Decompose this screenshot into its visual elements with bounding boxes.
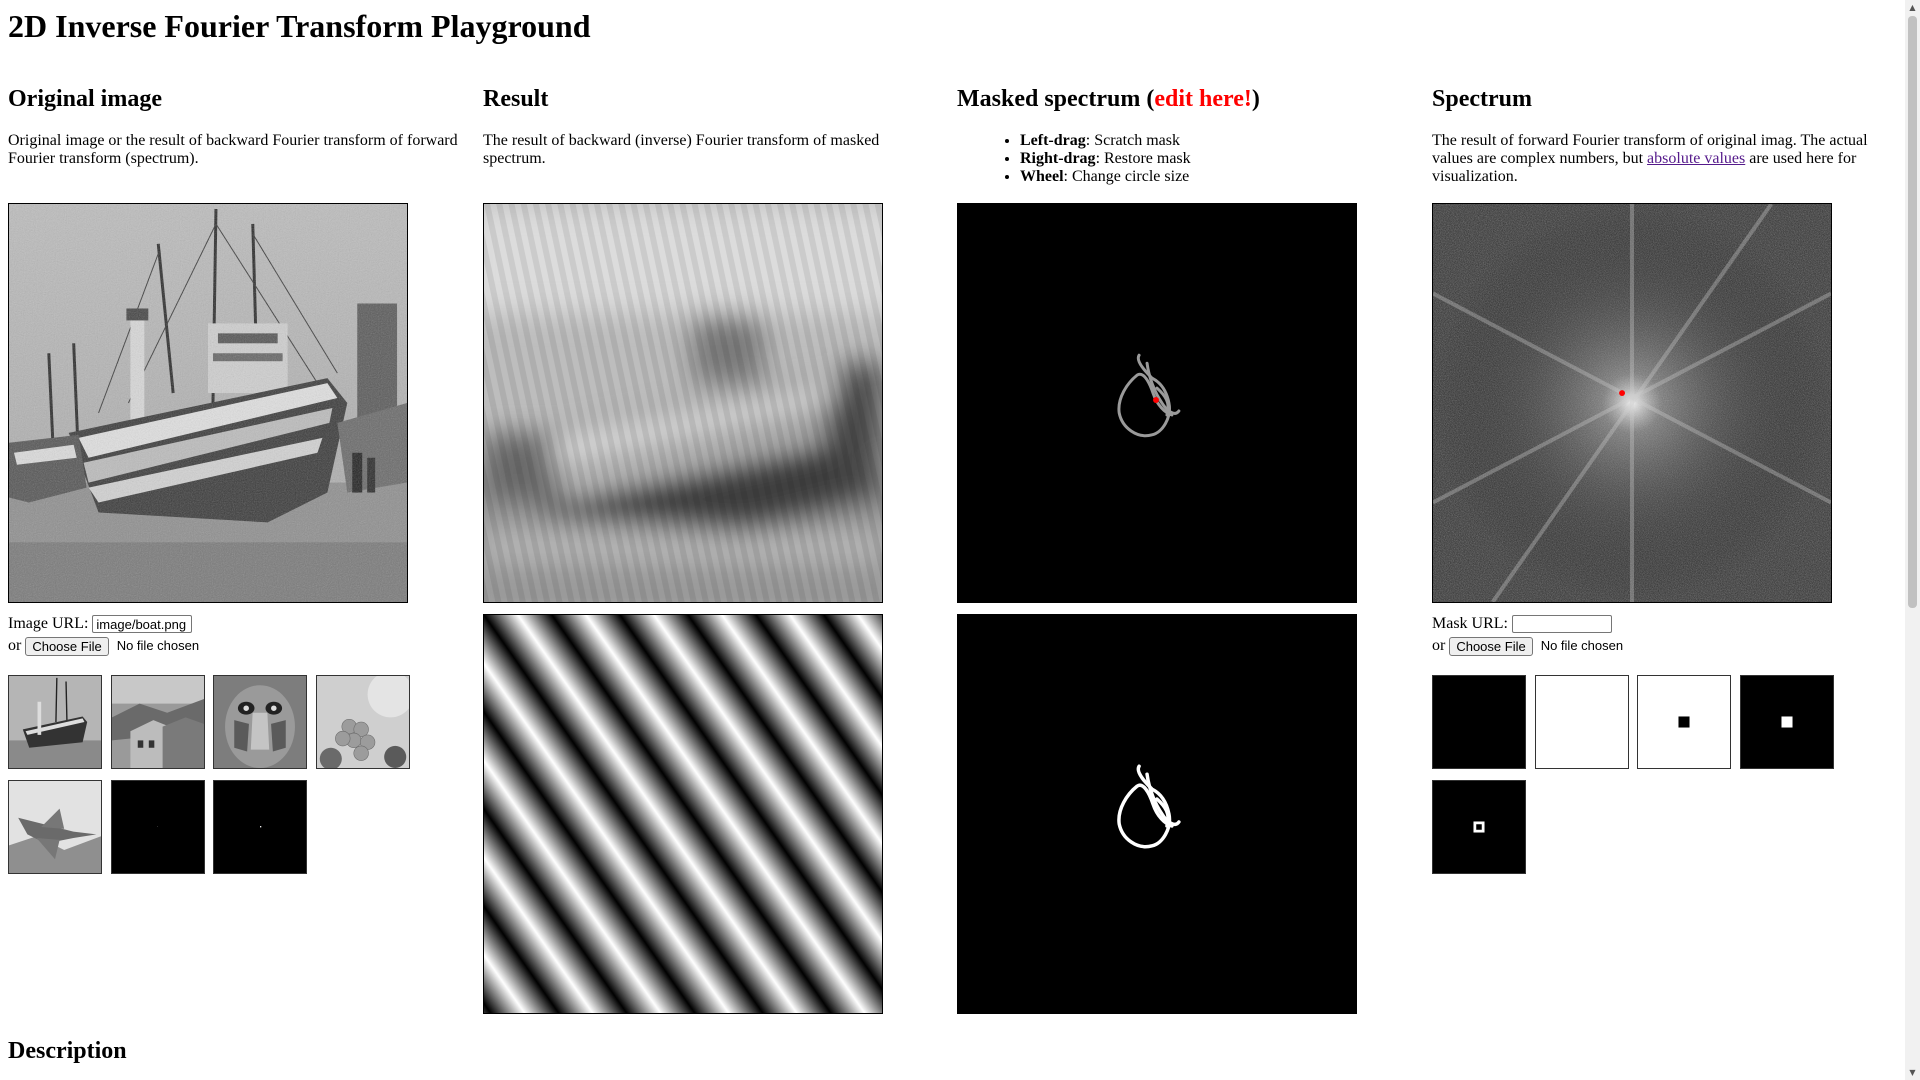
masked-spectrum-heading: Masked spectrum (edit here!) <box>957 84 1260 114</box>
result-heading: Result <box>483 86 549 112</box>
image-preset-single-dot[interactable] <box>213 780 307 874</box>
page-title: 2D Inverse Fourier Transform Playground <box>8 8 591 44</box>
image-or-label: or <box>8 637 22 654</box>
mask-canvas[interactable] <box>957 614 1357 1014</box>
masked-help-list: Left-drag: Scratch mask Right-drag: Rest… <box>998 132 1191 186</box>
result-description: The result of backward (inverse) Fourier… <box>483 132 880 167</box>
spectrum-heading: Spectrum <box>1432 86 1532 112</box>
image-url-row: Image URL: <box>8 614 193 634</box>
description-heading: Description <box>8 1038 127 1064</box>
image-preset-black-dot[interactable] <box>111 780 205 874</box>
original-image-description: Original image or the result of backward… <box>8 132 458 167</box>
mask-preset-hollow-square[interactable] <box>1432 780 1526 874</box>
spectrum-description: The result of forward Fourier transform … <box>1432 132 1892 186</box>
mask-choose-file-button[interactable]: Choose File <box>1449 636 1533 656</box>
mask-url-row: Mask URL: <box>1432 614 1612 634</box>
help-key: Right-drag <box>1020 150 1096 167</box>
scroll-down-icon[interactable]: ▼ <box>1905 1065 1920 1080</box>
help-left-drag: Left-drag: Scratch mask <box>1020 132 1191 150</box>
help-text: : Change circle size <box>1063 168 1190 185</box>
image-preset-boat[interactable] <box>8 675 102 769</box>
image-choose-file-button[interactable]: Choose File <box>25 636 109 656</box>
mask-url-input[interactable] <box>1512 615 1612 634</box>
image-url-input[interactable] <box>92 615 193 634</box>
mask-preset-black-center-square[interactable] <box>1637 675 1731 769</box>
mask-file-status: No file chosen <box>1540 638 1624 654</box>
image-preset-jet[interactable] <box>8 780 102 874</box>
mask-or-label: or <box>1432 637 1446 654</box>
edit-here-highlight: edit here! <box>1154 86 1252 112</box>
mask-url-label: Mask URL: <box>1432 615 1508 632</box>
help-text: : Restore mask <box>1095 150 1191 167</box>
vertical-scrollbar[interactable]: ▲ ▼ <box>1905 0 1920 1080</box>
help-key: Left-drag <box>1020 132 1086 149</box>
image-url-label: Image URL: <box>8 615 89 632</box>
mask-preset-white-center-square[interactable] <box>1740 675 1834 769</box>
help-right-drag: Right-drag: Restore mask <box>1020 150 1191 168</box>
frequency-component-canvas <box>483 614 883 1014</box>
masked-spectrum-canvas[interactable] <box>957 203 1357 603</box>
absolute-values-link[interactable]: absolute values <box>1647 150 1745 167</box>
image-file-row: or Choose File No file chosen <box>8 635 199 657</box>
image-preset-fruits[interactable] <box>316 675 410 769</box>
mask-preset-all-white[interactable] <box>1535 675 1629 769</box>
image-preset-houses[interactable] <box>111 675 205 769</box>
image-preset-baboon[interactable] <box>213 675 307 769</box>
scrollbar-thumb[interactable] <box>1908 16 1917 608</box>
mask-file-row: or Choose File No file chosen <box>1432 635 1623 657</box>
help-wheel: Wheel: Change circle size <box>1020 168 1191 186</box>
help-text: : Scratch mask <box>1085 132 1180 149</box>
mask-preset-all-black[interactable] <box>1432 675 1526 769</box>
masked-heading-suffix: ) <box>1251 86 1260 112</box>
masked-heading-prefix: Masked spectrum ( <box>957 86 1155 112</box>
page: 2D Inverse Fourier Transform Playground … <box>0 0 1920 1080</box>
result-canvas <box>483 203 883 603</box>
scroll-up-icon[interactable]: ▲ <box>1905 0 1920 15</box>
help-key: Wheel <box>1020 168 1064 185</box>
original-image-heading: Original image <box>8 86 162 112</box>
image-file-status: No file chosen <box>116 638 200 654</box>
spectrum-canvas <box>1432 203 1832 603</box>
original-image-canvas <box>8 203 408 603</box>
